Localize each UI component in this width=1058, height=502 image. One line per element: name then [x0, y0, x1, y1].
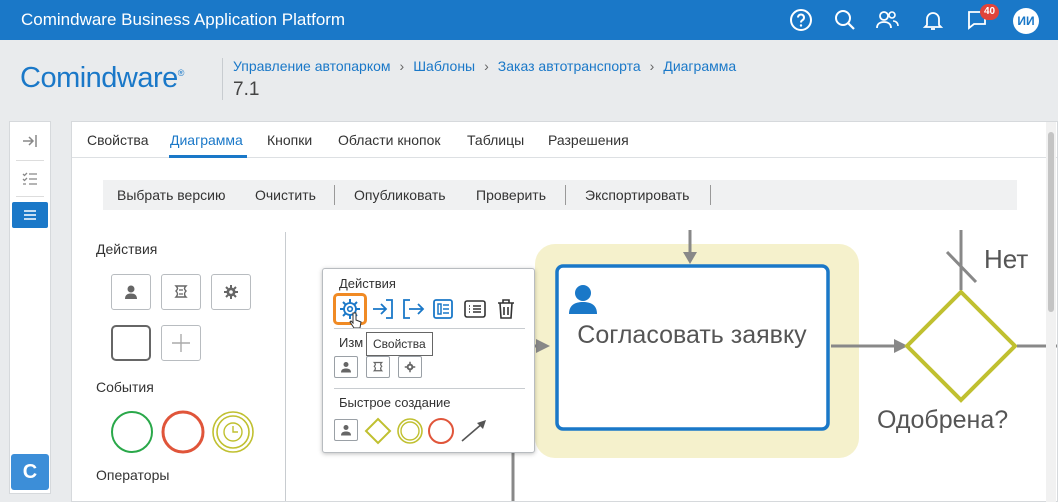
- plus-icon: [172, 334, 190, 352]
- change-to-service-task[interactable]: [398, 356, 422, 378]
- chevron-right-icon: ›: [399, 58, 405, 74]
- menu-icon: [24, 210, 36, 220]
- palette-script-task[interactable]: [161, 274, 201, 310]
- quick-create-timer-event[interactable]: [396, 417, 424, 445]
- context-popup: Действия Изм Быстрое создание: [322, 268, 535, 453]
- tab-tables[interactable]: Таблицы: [467, 132, 524, 148]
- palette-empty-task[interactable]: [111, 325, 151, 361]
- left-mini-panel: C: [9, 121, 51, 494]
- popup-change-label: Изм: [339, 335, 364, 350]
- form-icon[interactable]: [431, 297, 455, 321]
- checklist-icon: [22, 172, 37, 185]
- user-icon: [125, 285, 137, 299]
- trash-icon[interactable]: [494, 297, 518, 321]
- chevron-right-icon: ›: [649, 58, 655, 74]
- tab-diagram[interactable]: Диаграмма: [170, 132, 243, 148]
- palette-events-label: События: [96, 379, 154, 395]
- tab-bar: Свойства Диаграмма Кнопки Области кнопок…: [72, 122, 1057, 158]
- select-version-button[interactable]: Выбрать версию: [117, 187, 225, 203]
- logo-registered-mark: ®: [177, 68, 185, 78]
- toolbar-separator: [565, 185, 566, 205]
- diagram-toolbar: Выбрать версию Очистить Опубликовать Про…: [103, 180, 1017, 210]
- script-icon: [174, 285, 188, 298]
- enter-icon[interactable]: [371, 297, 395, 321]
- vertical-scrollbar[interactable]: [1046, 122, 1056, 502]
- list-icon[interactable]: [463, 297, 487, 321]
- checklist-button[interactable]: [12, 166, 48, 192]
- properties-tooltip: Свойства: [366, 332, 433, 356]
- tab-buttons[interactable]: Кнопки: [267, 132, 312, 148]
- user-icon: [341, 362, 351, 373]
- quick-create-intermediate-event[interactable]: [427, 417, 455, 445]
- bell-icon[interactable]: [921, 8, 945, 32]
- popup-quick-create-label: Быстрое создание: [339, 395, 451, 410]
- user-icon: [341, 425, 351, 436]
- palette-add-button[interactable]: [161, 325, 201, 361]
- notification-badge: 40: [980, 4, 1000, 20]
- logo-divider: [222, 58, 223, 100]
- tab-button-areas[interactable]: Области кнопок: [338, 132, 441, 148]
- palette-operators-label: Операторы: [96, 467, 170, 483]
- collapse-button[interactable]: [12, 128, 48, 154]
- avatar[interactable]: ИИ: [1013, 8, 1039, 34]
- mini-divider: [16, 160, 44, 161]
- exit-icon[interactable]: [401, 297, 425, 321]
- palette-service-task[interactable]: [211, 274, 251, 310]
- toolbar-separator: [334, 185, 335, 205]
- search-icon[interactable]: [833, 8, 857, 32]
- main-panel: Свойства Диаграмма Кнопки Области кнопок…: [71, 121, 1058, 502]
- gateway-label: Одобрена?: [877, 406, 1009, 434]
- breadcrumb-item-diagram[interactable]: Диаграмма: [663, 58, 736, 74]
- breadcrumb: Управление автопарком › Шаблоны › Заказ авто…: [233, 58, 736, 74]
- quick-create-gateway[interactable]: [364, 417, 392, 445]
- script-icon: [372, 361, 384, 372]
- popup-divider: [334, 388, 525, 389]
- popup-divider: [334, 328, 525, 329]
- publish-button[interactable]: Опубликовать: [354, 187, 446, 203]
- app-title: Comindware Business Application Platform: [21, 10, 346, 29]
- check-button[interactable]: Проверить: [476, 187, 546, 203]
- version-label: 7.1: [233, 79, 260, 100]
- collapse-icon: [23, 135, 37, 147]
- palette-actions-label: Действия: [96, 241, 158, 257]
- start-event-icon[interactable]: [111, 411, 153, 453]
- intermediate-event-icon[interactable]: [161, 410, 205, 454]
- logo-text: Comindware: [20, 62, 178, 94]
- chevron-right-icon: ›: [484, 58, 489, 74]
- change-to-user-task[interactable]: [334, 356, 358, 378]
- popup-actions-label: Действия: [339, 276, 396, 291]
- palette-user-task[interactable]: [111, 274, 151, 310]
- tab-active-underline: [169, 155, 247, 158]
- menu-button[interactable]: [12, 202, 48, 228]
- timer-event-icon[interactable]: [212, 411, 254, 453]
- tab-permissions[interactable]: Разрешения: [548, 132, 629, 148]
- palette-events: [111, 410, 254, 454]
- clear-button[interactable]: Очистить: [255, 187, 316, 203]
- quick-create-user-task[interactable]: [334, 419, 358, 441]
- no-flow-label: Нет: [984, 244, 1029, 274]
- platform-logo-icon[interactable]: C: [11, 454, 49, 490]
- help-icon[interactable]: [789, 8, 813, 32]
- gear-icon: [404, 361, 416, 373]
- mini-divider: [16, 196, 44, 197]
- breadcrumb-item-order[interactable]: Заказ автотранспорта: [498, 58, 641, 74]
- scrollbar-thumb[interactable]: [1048, 132, 1054, 312]
- gear-icon: [224, 285, 238, 299]
- change-to-script-task[interactable]: [366, 356, 390, 378]
- quick-create-connector-arrow[interactable]: [459, 417, 489, 445]
- logo: Comindware®: [20, 62, 184, 95]
- breadcrumb-item-templates[interactable]: Шаблоны: [413, 58, 475, 74]
- exclusive-gateway[interactable]: [904, 289, 1018, 403]
- task-title: Согласовать заявку: [577, 321, 807, 349]
- toolbar-separator: [710, 185, 711, 205]
- export-button[interactable]: Экспортировать: [585, 187, 689, 203]
- users-icon[interactable]: [875, 8, 899, 32]
- breadcrumb-item-fleet[interactable]: Управление автопарком: [233, 58, 391, 74]
- top-bar: Comindware Business Application Platform…: [0, 0, 1058, 40]
- tab-properties[interactable]: Свойства: [87, 132, 148, 148]
